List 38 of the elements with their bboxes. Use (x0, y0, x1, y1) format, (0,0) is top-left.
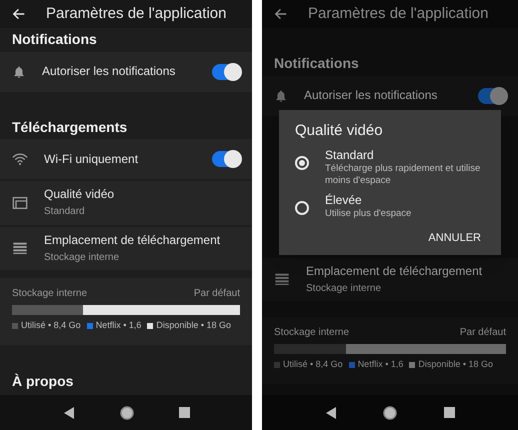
row-label: Autoriser les notifications (304, 88, 438, 103)
cancel-button[interactable]: ANNULER (424, 226, 485, 251)
quality-option[interactable]: Élevée Utilise plus d'espace (295, 190, 485, 222)
settings-row[interactable]: Autoriser les notifications (0, 52, 252, 92)
legend-text: Disponible • 18 Go (418, 358, 494, 371)
option-label: Standard (325, 148, 375, 163)
dialog-title: Qualité vidéo (295, 122, 384, 141)
section-heading: Téléchargements (11, 118, 128, 137)
legend-text: Disponible • 18 Go (156, 319, 232, 332)
settings-row[interactable]: Qualité vidéo Standard (0, 181, 252, 224)
legend-text: Utilisé • 8,4 Go (283, 358, 343, 371)
section-heading: Notifications (273, 54, 360, 73)
legend-text: Netflix • 1,6 (358, 358, 404, 371)
row-value: Stockage interne (44, 252, 120, 264)
option-description: Utilise plus d'espace (325, 208, 412, 220)
storage-label: Stockage interne (12, 287, 88, 301)
legend-text: Netflix • 1,6 (96, 319, 142, 332)
row-label: Wi-Fi uniquement (44, 152, 140, 166)
settings-row[interactable]: Emplacement de téléchargement Stockage interne (0, 226, 252, 270)
row-label: Qualité vidéo (44, 187, 116, 202)
row-label: Emplacement de téléchargement (306, 264, 484, 278)
screen-title: Paramètres de l'application (46, 4, 226, 24)
storage-default: Par défaut (194, 287, 240, 301)
section-heading: Notifications (11, 30, 98, 49)
settings-row[interactable]: Emplacement de téléchargement Stockage interne (262, 258, 518, 301)
screen-title: Paramètres de l'application (308, 4, 488, 24)
row-label: Autoriser les notifications (42, 64, 176, 79)
row-label: Emplacement de téléchargement (44, 232, 222, 248)
section-heading: À propos (11, 372, 74, 390)
storage-default: Par défaut (460, 326, 506, 340)
row-value: Stockage interne (306, 282, 382, 295)
settings-row[interactable]: Wi-Fi uniquement (0, 139, 252, 179)
legend-text: Utilisé • 8,4 Go (21, 319, 81, 332)
quality-option[interactable]: Standard Télécharge plus rapidement et utilise moins d'espace (295, 144, 485, 190)
option-description: Télécharge plus rapidement et utilise moins d'espace (325, 162, 482, 186)
option-label: Élevée (325, 192, 363, 208)
storage-label: Stockage interne (274, 326, 350, 340)
row-value: Standard (44, 206, 86, 218)
